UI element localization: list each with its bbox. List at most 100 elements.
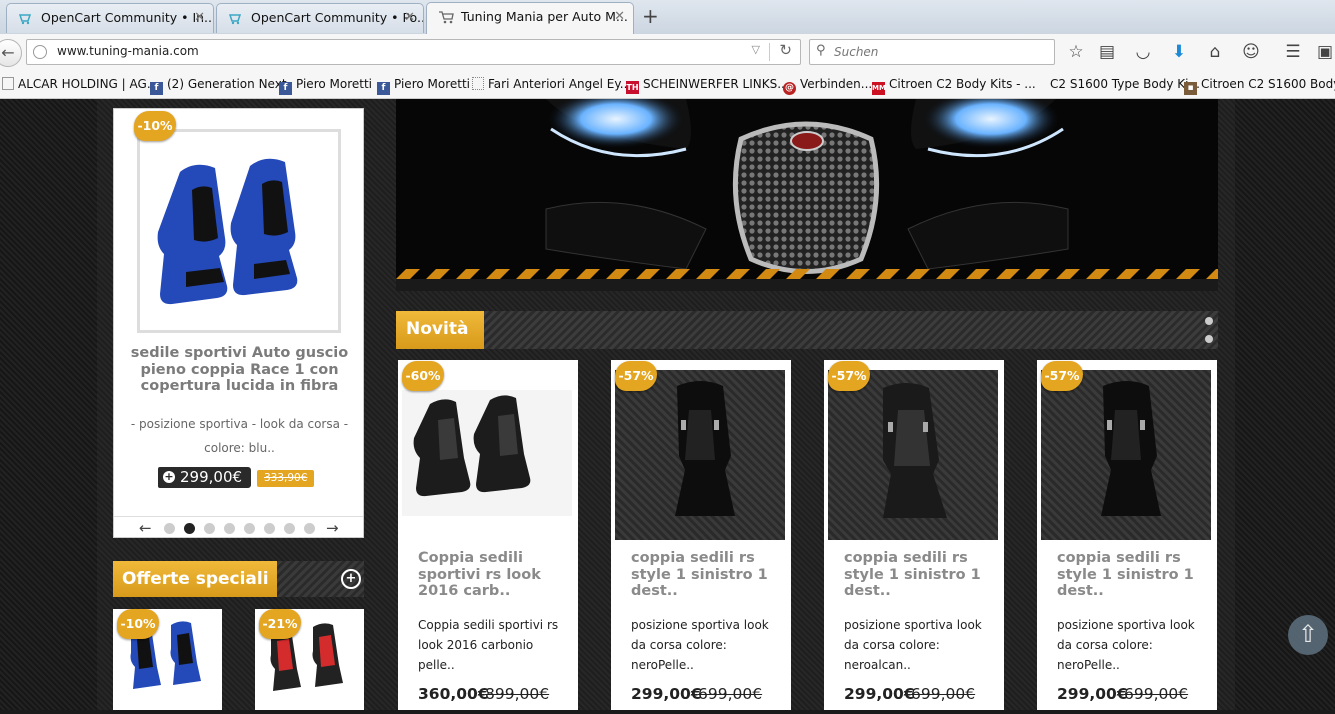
product-price: 299,00€ — [631, 685, 702, 703]
tab-opencart-index[interactable]: OpenCart Community • In... ✕ — [6, 3, 214, 33]
product-price: 360,00€ — [418, 685, 489, 703]
bookmark-label: SCHEINWERFER LINKS... — [643, 77, 789, 91]
history-dropdown-icon[interactable]: ▽ — [752, 43, 760, 56]
slider-pagination: ← → — [114, 516, 363, 539]
product-card[interactable]: -57% coppia sedili rs style 1 sinistro 1… — [824, 360, 1004, 710]
black-seat-image — [1101, 381, 1161, 516]
bookmark-label: Citroen C2 Body Kits - ... — [889, 77, 1036, 91]
search-bar[interactable]: ⚲ Suchen — [809, 39, 1055, 65]
bookmark-item[interactable]: f (2) Generation Next — [150, 77, 287, 95]
menu-icon[interactable]: ☰ — [1282, 42, 1304, 62]
tab-tuning-mania[interactable]: Tuning Mania per Auto M... ✕ — [426, 2, 634, 34]
bookmark-item[interactable]: f Piero Moretti — [279, 77, 372, 95]
sync-icon[interactable]: ▣ — [1314, 42, 1335, 62]
product-title[interactable]: coppia sedili rs style 1 sinistro 1 dest… — [844, 550, 994, 600]
slider-dot[interactable] — [164, 523, 175, 534]
price-button[interactable]: + 299,00€ — [158, 467, 252, 488]
zoom-icon[interactable]: + — [341, 569, 361, 589]
product-card[interactable]: -60% Coppia sedili sportivi rs look 2016… — [398, 360, 578, 710]
bookmark-label: Piero Moretti — [394, 77, 471, 91]
dotted-page-icon — [472, 77, 484, 90]
home-icon[interactable]: ⌂ — [1204, 42, 1226, 62]
special-offer-item[interactable]: -21% — [255, 609, 364, 710]
hello-chat-icon[interactable]: ☺ — [1240, 42, 1262, 62]
black-seats-image — [413, 395, 531, 497]
product-image[interactable] — [137, 129, 341, 333]
product-image[interactable] — [615, 370, 785, 540]
product-title[interactable]: coppia sedili rs style 1 sinistro 1 dest… — [1057, 550, 1207, 600]
cart-favicon-icon — [439, 11, 454, 24]
slider-dot[interactable] — [244, 523, 255, 534]
bookmark-item[interactable]: @ Verbinden... — [783, 77, 872, 95]
address-bar[interactable]: www.tuning-mania.com ▽ ↻ — [26, 39, 801, 65]
product-card[interactable]: -57% coppia sedili rs style 1 sinistro 1… — [611, 360, 791, 710]
special-offer-item[interactable]: -10% — [113, 609, 222, 710]
product-description: Coppia sedili sportivi rs look 2016 carb… — [418, 618, 559, 672]
product-price: 299,00€ — [180, 468, 243, 486]
bookmark-star-icon[interactable]: ☆ — [1065, 42, 1087, 62]
facebook-icon: f — [377, 82, 390, 95]
discount-badge: -10% — [134, 111, 176, 141]
product-image[interactable] — [828, 370, 998, 540]
new-tab-icon[interactable]: + — [642, 4, 659, 28]
close-tab-icon[interactable]: ✕ — [194, 4, 205, 32]
product-title[interactable]: sedile sportivi Auto guscio pieno coppia… — [124, 345, 355, 395]
bookmark-label: Citroen C2 S1600 Body... — [1201, 77, 1335, 91]
slider-dot[interactable] — [304, 523, 315, 534]
carousel-prev-icon[interactable] — [1205, 317, 1213, 325]
product-title[interactable]: Coppia sedili sportivi rs look 2016 carb… — [418, 550, 568, 600]
product-title[interactable]: coppia sedili rs style 1 sinistro 1 dest… — [631, 550, 781, 600]
slider-dot-active[interactable] — [184, 523, 195, 534]
navigation-bar: ← www.tuning-mania.com ▽ ↻ ⚲ Suchen ☆ ▤ … — [0, 34, 1335, 71]
facebook-icon: f — [279, 82, 292, 95]
product-image[interactable] — [402, 390, 572, 516]
carousel-next-icon[interactable] — [1205, 335, 1213, 343]
bookmark-label: Fari Anteriori Angel Ey... — [488, 77, 632, 91]
new-products-header: Novità — [396, 311, 1218, 349]
special-offers-header: Offerte speciali + — [113, 561, 364, 597]
scroll-to-top-button[interactable]: ⇧ — [1288, 615, 1328, 655]
add-to-cart-icon: + — [163, 470, 175, 483]
product-old-price: 699,00€ — [698, 685, 763, 703]
slider-dot[interactable] — [284, 523, 295, 534]
close-tab-icon[interactable]: ✕ — [614, 3, 625, 31]
bookmark-item[interactable]: ALCAR HOLDING | AG... — [2, 77, 158, 91]
product-card[interactable]: -57% coppia sedili rs style 1 sinistro 1… — [1037, 360, 1217, 710]
bookmarks-menu-icon[interactable]: ▤ — [1096, 42, 1118, 62]
bookmark-item[interactable]: ▪ Citroen C2 S1600 Body... — [1184, 77, 1335, 95]
product-old-price: 899,00€ — [485, 685, 550, 703]
product-price: 299,00€ — [1057, 685, 1128, 703]
slider-prev-arrow-icon[interactable]: ← — [139, 519, 152, 537]
pocket-icon[interactable]: ◡ — [1132, 42, 1154, 62]
reload-icon[interactable]: ↻ — [779, 41, 792, 59]
bookmark-item[interactable]: Fari Anteriori Angel Ey... — [472, 77, 631, 91]
bookmark-item[interactable]: f Piero Moretti — [377, 77, 470, 95]
slider-dot[interactable] — [264, 523, 275, 534]
slider-next-arrow-icon[interactable]: → — [326, 519, 339, 537]
close-tab-icon[interactable]: ✕ — [404, 4, 415, 32]
downloads-icon[interactable]: ⬇ — [1168, 42, 1190, 62]
blue-seats-image — [157, 158, 298, 305]
hero-banner[interactable] — [396, 99, 1218, 291]
slider-dot[interactable] — [224, 523, 235, 534]
back-button[interactable]: ← — [0, 39, 22, 67]
product-old-price: 699,00€ — [911, 685, 976, 703]
featured-product-slider: -10% sedile sportivi Auto guscio pieno c… — [113, 108, 364, 538]
search-placeholder[interactable]: Suchen — [834, 45, 878, 59]
product-image[interactable] — [1041, 370, 1211, 540]
bookmark-item[interactable]: C2 S1600 Type Body Ki... — [1050, 77, 1200, 91]
bookmark-label: ALCAR HOLDING | AG... — [18, 77, 159, 91]
new-products-title: Novità — [396, 311, 484, 349]
tab-title: OpenCart Community • In... — [41, 10, 214, 25]
web-page: -10% sedile sportivi Auto guscio pieno c… — [0, 99, 1335, 710]
opencart-favicon-icon — [19, 14, 32, 25]
opencart-favicon-icon — [229, 14, 242, 25]
bookmark-label: C2 S1600 Type Body Ki... — [1050, 77, 1200, 91]
bookmark-item[interactable]: TH SCHEINWERFER LINKS... — [626, 77, 789, 94]
product-description: - posizione sportiva - look da corsa - c… — [130, 417, 349, 455]
bookmark-item[interactable]: MM Citroen C2 Body Kits - ... — [872, 77, 1036, 95]
tab-opencart-post[interactable]: OpenCart Community • Po... ✕ — [216, 3, 424, 33]
slider-dot[interactable] — [204, 523, 215, 534]
tab-title: Tuning Mania per Auto M... — [461, 9, 628, 24]
url-text[interactable]: www.tuning-mania.com — [57, 44, 199, 58]
